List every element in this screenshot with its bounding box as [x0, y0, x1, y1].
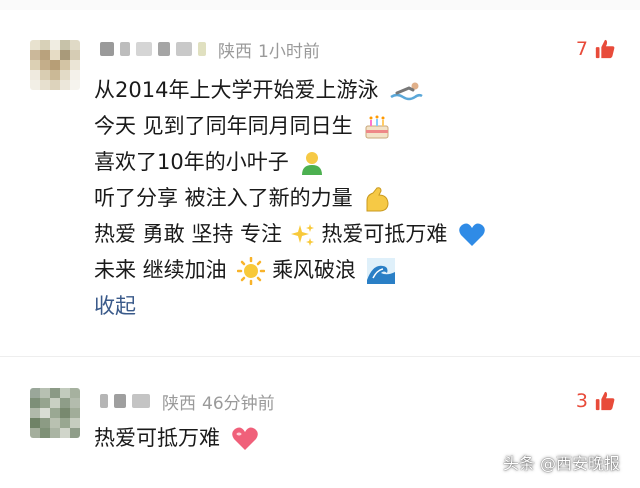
- comment-text: 热爱可抵万难: [321, 222, 448, 246]
- comment-text: 热爱 勇敢 坚持 专注: [94, 222, 283, 246]
- comment-text: 喜欢了10年的小叶子: [94, 150, 289, 174]
- username-redacted: [136, 42, 152, 56]
- comment-meta: 陕西 1小时前: [100, 38, 320, 62]
- username-redacted[interactable]: [100, 42, 114, 56]
- username-redacted: [132, 394, 150, 408]
- comment-line: 未来 继续加油 乘风破浪: [94, 252, 486, 288]
- person-green-icon: [302, 152, 323, 175]
- comment-meta: 陕西 46分钟前: [100, 390, 275, 414]
- comment-location: 陕西: [162, 393, 196, 414]
- avatar[interactable]: [30, 40, 80, 90]
- comment-line: 听了分享 被注入了新的力量: [94, 180, 486, 216]
- like-button[interactable]: 7: [576, 38, 616, 60]
- collapse-link[interactable]: 收起: [94, 288, 486, 324]
- top-separator: [0, 0, 640, 10]
- comment-line: 今天 见到了同年同月同日生: [94, 108, 486, 144]
- thumbs-up-icon: [595, 391, 615, 411]
- comment-text: 热爱可抵万难: [94, 426, 220, 450]
- comment-text: 从2014年上大学开始爱上游泳: [94, 78, 379, 102]
- like-count: 3: [575, 390, 588, 412]
- avatar[interactable]: [30, 388, 80, 438]
- comment-line: 热爱 勇敢 坚持 专注 热爱可抵万难: [94, 216, 486, 252]
- username-redacted: [120, 42, 130, 56]
- swimmer-icon: [390, 82, 423, 101]
- comment-text: 听了分享 被注入了新的力量: [94, 186, 353, 210]
- like-count: 7: [575, 38, 588, 60]
- username-redacted: [114, 394, 126, 408]
- watermark: 头条 @西安晚报: [502, 454, 620, 473]
- wave-icon: [366, 258, 395, 284]
- flexed-biceps-icon: [366, 187, 389, 212]
- comment-line: 喜欢了10年的小叶子: [94, 144, 486, 180]
- divider: [0, 356, 640, 357]
- blue-heart-icon: [459, 223, 485, 246]
- username-redacted: [176, 42, 192, 56]
- username-redacted: [158, 42, 170, 56]
- comment-text: 乘风破浪: [272, 258, 357, 282]
- like-button[interactable]: 3: [576, 390, 616, 412]
- sun-icon: [237, 257, 266, 285]
- comment-body: 从2014年上大学开始爱上游泳 今天 见到了同年同月同日生 喜欢了10年的小叶子: [94, 72, 486, 324]
- comment-line: 从2014年上大学开始爱上游泳: [94, 72, 486, 108]
- pink-heart-icon: [231, 427, 258, 450]
- comment-body: 热爱可抵万难: [94, 420, 259, 456]
- comment-text: 未来 继续加油: [94, 258, 227, 282]
- comment-time: 1小时前: [258, 41, 320, 62]
- comment-text: 今天 见到了同年同月同日生: [94, 114, 353, 138]
- comment-time: 46分钟前: [202, 393, 275, 414]
- sparkles-icon: [290, 224, 314, 246]
- cake-icon: [365, 115, 389, 139]
- comment-line: 热爱可抵万难: [94, 420, 259, 456]
- username-redacted[interactable]: [100, 394, 108, 408]
- username-redacted: [198, 42, 206, 56]
- thumbs-up-icon: [595, 39, 615, 59]
- comment-location: 陕西: [218, 41, 252, 62]
